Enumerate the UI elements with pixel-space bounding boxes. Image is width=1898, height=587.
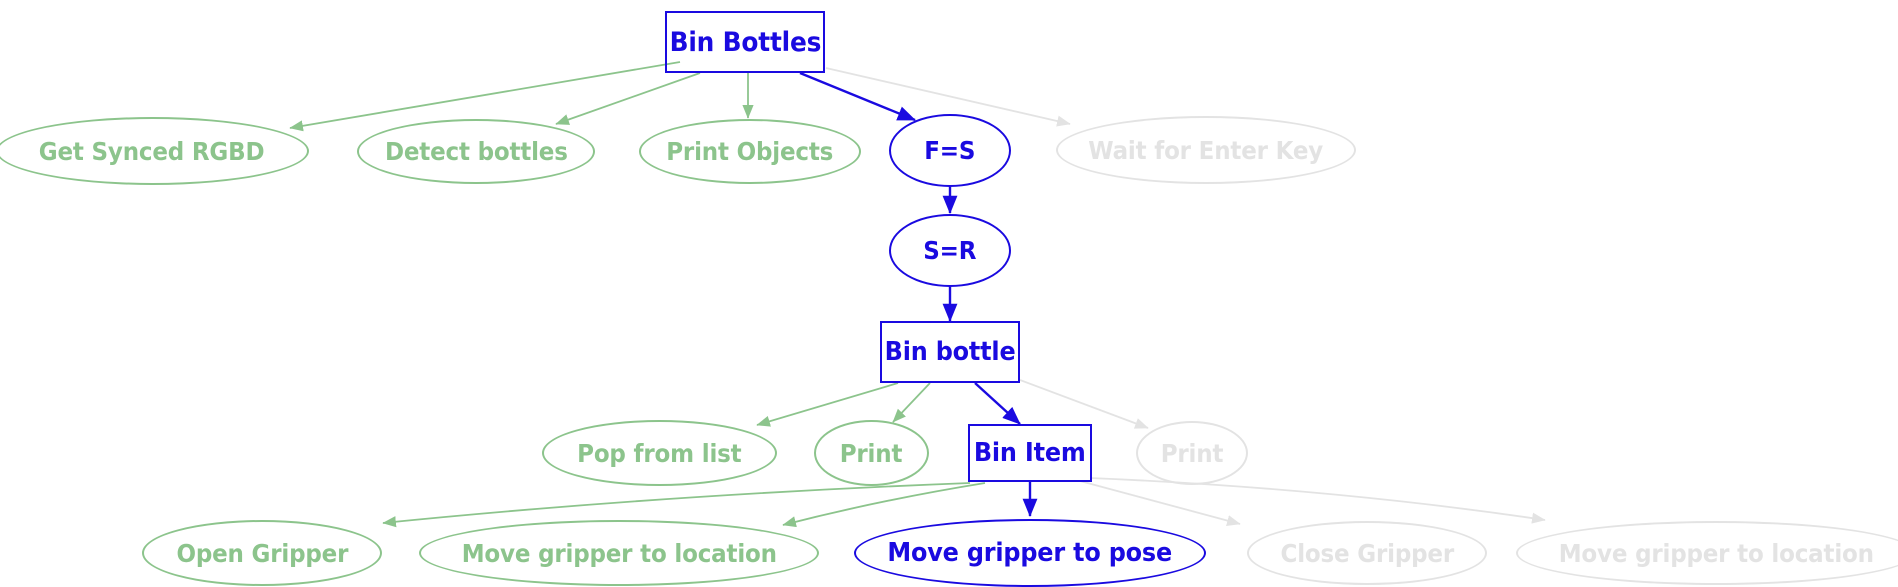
- node-label: Bin Item: [974, 438, 1086, 468]
- node-move-gripper-to-location-right[interactable]: Move gripper to location: [1516, 521, 1898, 585]
- node-move-gripper-to-pose[interactable]: Move gripper to pose: [854, 519, 1206, 587]
- node-layer: Bin Bottles Get Synced RGBD Detect bottles…: [0, 0, 1898, 587]
- node-f-equals-s[interactable]: F=S: [889, 113, 1011, 187]
- node-label: S=R: [923, 235, 977, 265]
- node-label: Close Gripper: [1280, 538, 1454, 568]
- node-pop-from-list[interactable]: Pop from list: [541, 420, 777, 486]
- node-label: Print: [839, 438, 903, 468]
- node-label: Detect bottles: [384, 136, 568, 166]
- node-wait-for-enter-key[interactable]: Wait for Enter Key: [1056, 116, 1356, 184]
- node-get-synced-rgbd[interactable]: Get Synced RGBD: [0, 117, 309, 185]
- node-print-mid[interactable]: Print: [813, 420, 929, 486]
- node-label: Open Gripper: [176, 538, 348, 568]
- node-label: Move gripper to location: [461, 538, 777, 568]
- node-label: Print Objects: [666, 136, 834, 166]
- node-bin-item[interactable]: Bin Item: [968, 424, 1092, 482]
- behavior-tree-canvas: Bin Bottles Get Synced RGBD Detect bottles…: [0, 0, 1898, 587]
- node-open-gripper[interactable]: Open Gripper: [142, 520, 382, 586]
- node-label: Bin bottle: [884, 337, 1016, 367]
- node-label: Pop from list: [576, 438, 742, 468]
- node-print-right[interactable]: Print: [1136, 421, 1248, 485]
- node-label: Print: [1160, 438, 1224, 468]
- node-bin-bottles[interactable]: Bin Bottles: [665, 11, 825, 73]
- node-close-gripper[interactable]: Close Gripper: [1247, 521, 1487, 585]
- node-s-equals-r[interactable]: S=R: [889, 213, 1011, 287]
- node-move-gripper-to-location-left[interactable]: Move gripper to location: [419, 520, 819, 586]
- node-label: Get Synced RGBD: [39, 136, 265, 166]
- node-print-objects[interactable]: Print Objects: [639, 118, 861, 184]
- node-label: Bin Bottles: [669, 26, 821, 58]
- node-label: Move gripper to pose: [887, 538, 1173, 568]
- node-detect-bottles[interactable]: Detect bottles: [357, 118, 595, 184]
- node-label: F=S: [924, 135, 976, 165]
- node-label: Move gripper to location: [1558, 538, 1874, 568]
- node-label: Wait for Enter Key: [1088, 135, 1324, 165]
- node-bin-bottle[interactable]: Bin bottle: [880, 321, 1020, 383]
